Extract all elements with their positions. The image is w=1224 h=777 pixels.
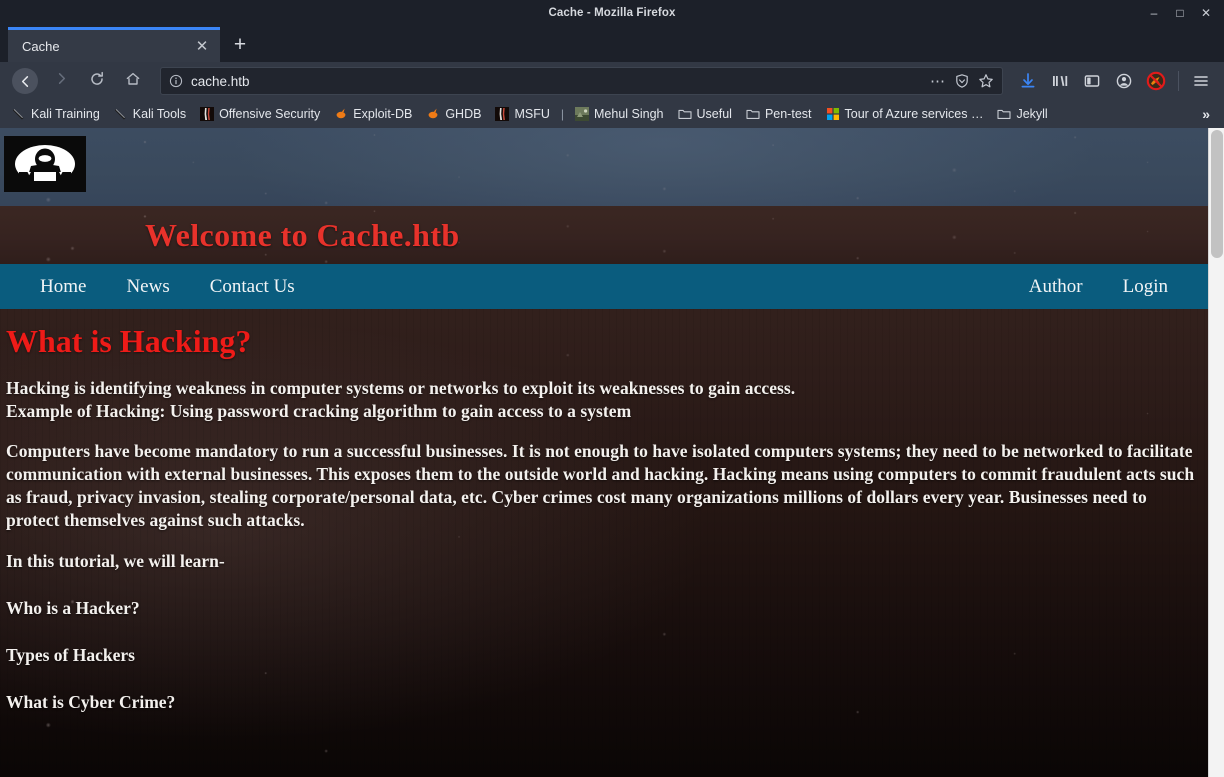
scrollbar-thumb[interactable] [1211,130,1223,258]
info-circle-icon[interactable] [169,74,183,88]
bookmark-msfu[interactable]: MSFU [489,105,555,123]
list-item: What is Cyber Crime? [6,691,176,712]
bookmark-offensive-security[interactable]: Offensive Security [194,105,326,123]
bookmark-kali-tools[interactable]: Kali Tools [108,105,192,123]
forward-arrow-icon [54,71,69,91]
nav-item-home[interactable]: Home [20,276,106,298]
downloads-icon[interactable] [1013,66,1043,96]
reload-icon [89,71,105,92]
bookmark-label: Jekyll [1016,107,1048,121]
home-button[interactable] [116,66,150,96]
tab-label: Cache [22,38,60,54]
kali-dragon-icon [12,107,26,121]
bookmark-label: Kali Tools [132,107,187,121]
maximize-button[interactable]: □ [1174,7,1186,19]
account-icon[interactable] [1109,66,1139,96]
nav-item-news[interactable]: News [106,276,189,298]
bookmark-separator: | [560,107,564,121]
bookmark-label: Tour of Azure services … [844,107,984,121]
bookmarks-overflow-button[interactable]: » [1194,106,1218,122]
exploitdb-icon [426,107,440,121]
nav-item-login[interactable]: Login [1103,276,1188,298]
url-input[interactable]: cache.htb [191,74,922,89]
azure-icon [826,107,840,121]
bookmark-label: Useful [696,107,732,121]
offsec-icon [495,107,510,121]
new-tab-button[interactable]: + [220,27,260,62]
exploitdb-icon [334,107,348,121]
photo-favicon-icon [575,107,589,121]
bookmark-pen-test[interactable]: Pen-test [740,105,818,123]
list-item: Who is a Hacker? [6,597,140,618]
folder-icon [997,107,1012,121]
bookmark-useful[interactable]: Useful [672,105,738,123]
body-paragraph: Computers have become mandatory to run a… [6,440,1195,530]
bookmark-kali-training[interactable]: Kali Training [6,105,106,123]
offsec-icon [200,107,215,121]
bookmark-jekyll[interactable]: Jekyll [991,105,1053,123]
hamburger-menu-icon[interactable] [1186,66,1216,96]
tab-strip: Cache ✕ + [0,26,1224,62]
bookmark-label: Exploit-DB [353,107,413,121]
page-title: What is Hacking? [6,323,252,359]
kali-dragon-icon [114,107,128,121]
bookmark-mehul-singh[interactable]: Mehul Singh [569,105,670,123]
bookmark-label: Offensive Security [219,107,321,121]
bookmarks-toolbar: Kali Training Kali Tools Offensive Secur… [0,100,1224,128]
window-titlebar: Cache - Mozilla Firefox – □ ✕ [0,0,1224,26]
bookmark-tour-of-azure[interactable]: Tour of Azure services … [820,105,990,123]
site-title-band: Welcome to Cache.htb [0,206,1208,264]
folder-icon [677,107,692,121]
bookmark-label: Mehul Singh [594,107,664,121]
site-logo[interactable] [4,136,86,192]
intro-line-1: Hacking is identifying weakness in compu… [6,377,796,398]
bookmark-exploit-db[interactable]: Exploit-DB [328,105,418,123]
back-arrow-icon [12,68,38,94]
hero-texture [0,128,1208,206]
web-page: Welcome to Cache.htb Home News Contact U… [0,128,1208,777]
hacker-logo-icon [15,145,75,186]
page-viewport: Welcome to Cache.htb Home News Contact U… [0,128,1224,777]
intro-line-2: Example of Hacking: Using password crack… [6,400,632,421]
folder-icon [746,107,760,121]
bookmark-label: GHDB [445,107,482,121]
close-icon[interactable]: ✕ [194,39,210,54]
article-content: What is Hacking? Hacking is identifying … [0,309,1208,714]
list-item: Types of Hackers [6,644,135,665]
reload-button[interactable] [80,66,114,96]
tutorial-lead: In this tutorial, we will learn- [6,550,225,571]
page-actions-icon[interactable]: ⋯ [930,72,946,90]
toolbar-divider [1178,71,1179,91]
page-scrollbar[interactable] [1208,128,1224,777]
tab-cache[interactable]: Cache ✕ [8,27,220,62]
site-hero-banner [0,128,1208,206]
firefox-window: Cache - Mozilla Firefox – □ ✕ Cache ✕ + [0,0,1224,777]
home-icon [125,71,141,92]
back-button[interactable] [8,66,42,96]
minimize-button[interactable]: – [1148,7,1160,19]
nav-item-author[interactable]: Author [1009,276,1103,298]
url-bar[interactable]: cache.htb ⋯ [160,67,1003,95]
bookmark-label: Pen-test [764,107,812,121]
site-title: Welcome to Cache.htb [145,216,460,253]
bookmark-star-icon[interactable] [978,73,994,89]
close-button[interactable]: ✕ [1200,7,1212,19]
bookmark-label: Kali Training [31,107,100,121]
site-navbar: Home News Contact Us Author Login [0,264,1208,309]
sidebar-icon[interactable] [1077,66,1107,96]
window-controls: – □ ✕ [1148,0,1218,26]
tracking-shield-icon[interactable] [954,73,970,89]
intro-paragraph: Hacking is identifying weakness in compu… [6,377,1196,423]
nav-right-group: Author Login [1009,276,1188,298]
navigation-toolbar: cache.htb ⋯ [0,62,1224,100]
forward-button[interactable] [44,66,78,96]
bookmark-ghdb[interactable]: GHDB [420,105,487,123]
bookmark-label: MSFU [514,107,550,121]
library-icon[interactable] [1045,66,1075,96]
nav-item-contact-us[interactable]: Contact Us [190,276,315,298]
noscript-icon[interactable] [1141,66,1171,96]
nav-left-group: Home News Contact Us [20,276,315,298]
window-title: Cache - Mozilla Firefox [548,7,676,19]
